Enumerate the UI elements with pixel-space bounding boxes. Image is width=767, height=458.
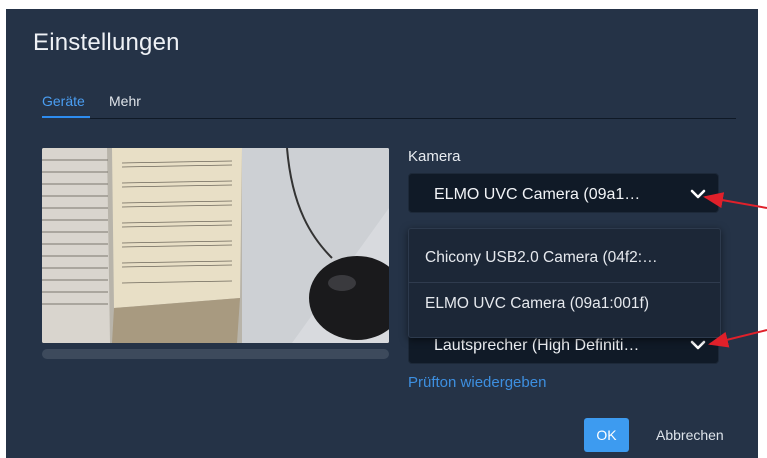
dialog-title: Einstellungen <box>33 29 180 56</box>
audio-level-bar <box>42 349 389 359</box>
camera-preview-image <box>42 148 389 343</box>
play-test-sound-link[interactable]: Prüfton wiedergeben <box>408 374 546 391</box>
camera-preview <box>42 148 389 343</box>
active-tab-indicator <box>42 116 90 118</box>
camera-select[interactable]: ELMO UVC Camera (09a1… <box>408 173 719 213</box>
tab-divider <box>90 118 736 119</box>
tab-more[interactable]: Mehr <box>109 93 141 109</box>
camera-option-label: Chicony USB2.0 Camera (04f2:… <box>425 249 658 266</box>
cancel-button[interactable]: Abbrechen <box>656 427 724 443</box>
camera-select-value: ELMO UVC Camera (09a1… <box>434 186 641 203</box>
ok-button[interactable]: OK <box>584 418 629 452</box>
camera-label: Kamera <box>408 148 461 165</box>
camera-option-label: ELMO UVC Camera (09a1:001f) <box>425 295 649 312</box>
camera-option-chicony[interactable]: Chicony USB2.0 Camera (04f2:… <box>409 234 720 280</box>
speaker-select-value: Lautsprecher (High Definiti… <box>434 337 640 354</box>
camera-option-elmo[interactable]: ELMO UVC Camera (09a1:001f) <box>409 280 720 326</box>
chevron-down-icon <box>690 189 706 199</box>
settings-dialog: Einstellungen Geräte Mehr Kamera ELMO UV… <box>6 9 758 458</box>
tab-devices[interactable]: Geräte <box>42 93 85 109</box>
camera-dropdown-menu: Chicony USB2.0 Camera (04f2:… ELMO UVC C… <box>408 228 721 338</box>
tab-bar: Geräte Mehr <box>42 91 736 121</box>
chevron-down-icon <box>690 340 706 350</box>
